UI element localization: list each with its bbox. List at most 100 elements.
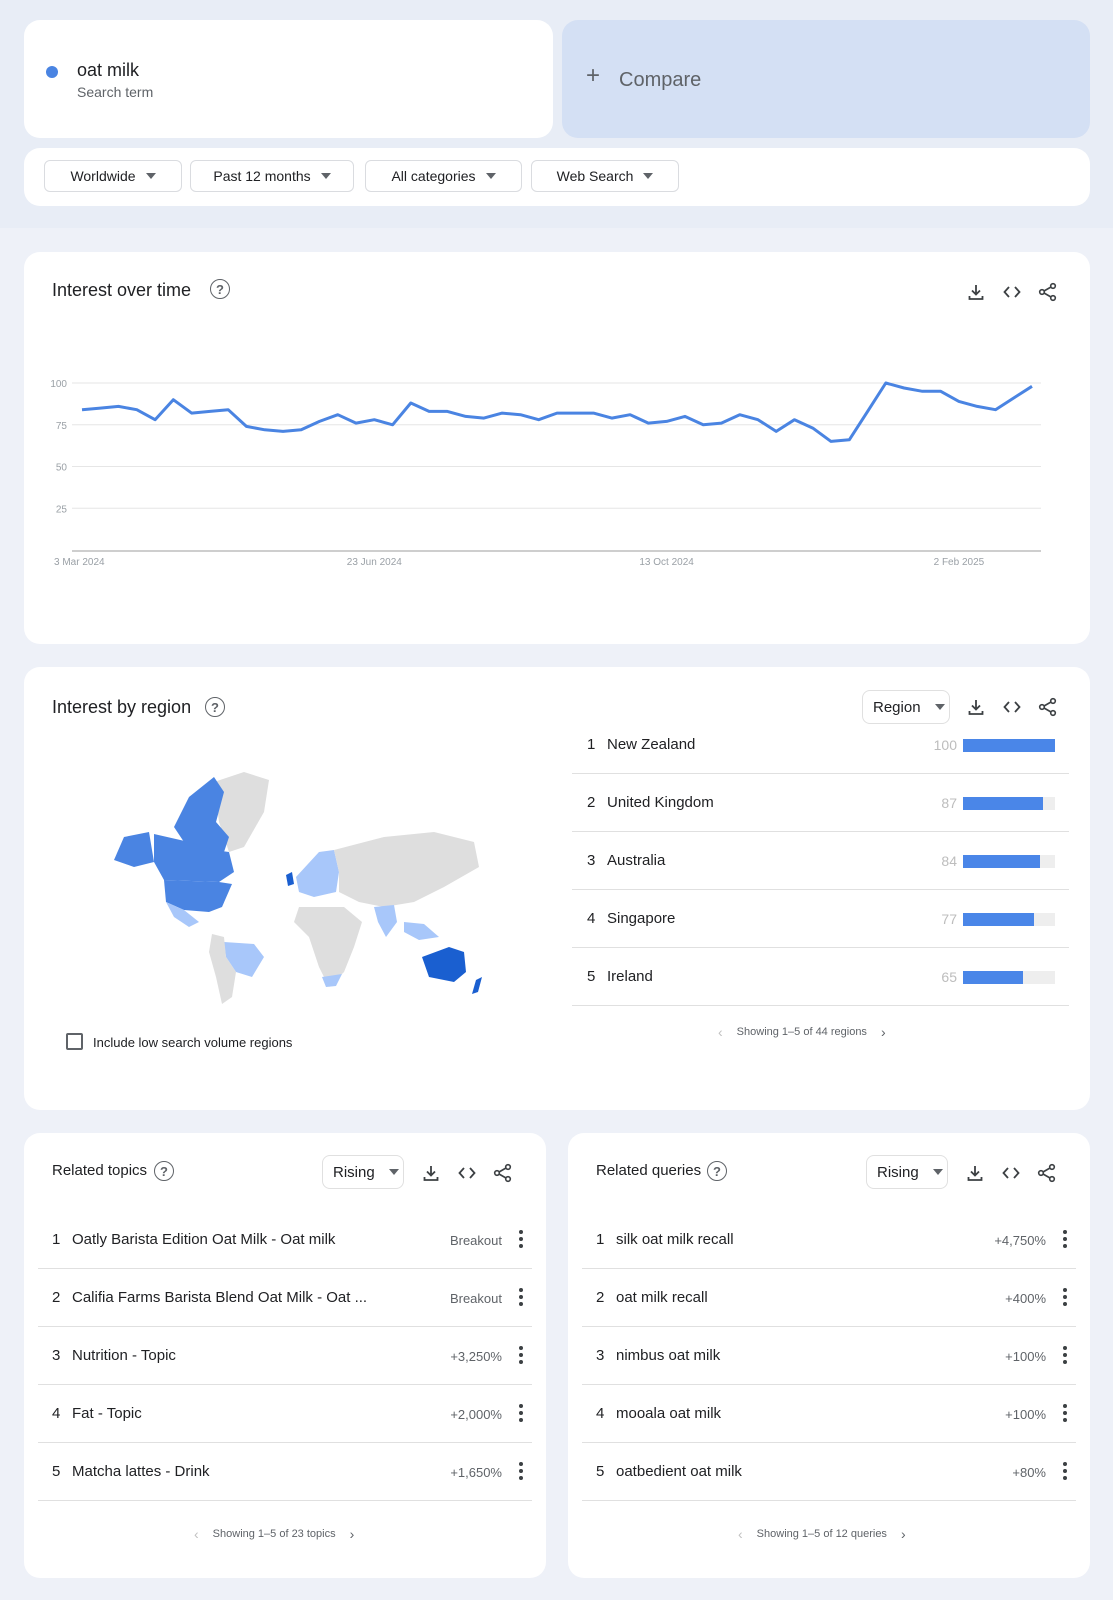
data-point[interactable] — [388, 420, 398, 430]
map-new-zealand[interactable] — [472, 977, 482, 994]
row-name[interactable]: Nutrition - Topic — [72, 1347, 176, 1364]
data-point[interactable] — [479, 413, 489, 423]
next-page-button[interactable]: › — [881, 1024, 886, 1040]
more-options-icon[interactable] — [518, 1346, 524, 1364]
data-point[interactable] — [333, 410, 343, 420]
help-icon[interactable]: ? — [154, 1161, 174, 1181]
data-point[interactable] — [954, 396, 964, 406]
data-point[interactable] — [899, 383, 909, 393]
region-row[interactable]: 2 United Kingdom 87 — [572, 774, 1069, 832]
topic-row[interactable]: 1 Oatly Barista Edition Oat Milk - Oat mi… — [38, 1211, 532, 1269]
embed-button[interactable] — [999, 1161, 1023, 1185]
map-se-asia[interactable] — [404, 922, 439, 940]
data-point[interactable] — [753, 415, 763, 425]
query-row[interactable]: 1 silk oat milk recall +4,750% — [582, 1211, 1076, 1269]
data-point[interactable] — [296, 425, 306, 435]
prev-page-button[interactable]: ‹ — [738, 1526, 743, 1542]
data-point[interactable] — [515, 410, 525, 420]
row-name[interactable]: mooala oat milk — [616, 1405, 721, 1422]
more-options-icon[interactable] — [1062, 1346, 1068, 1364]
download-button[interactable] — [419, 1161, 443, 1185]
row-name[interactable]: oatbedient oat milk — [616, 1463, 742, 1480]
data-point[interactable] — [771, 426, 781, 436]
data-point[interactable] — [442, 406, 452, 416]
data-point[interactable] — [716, 418, 726, 428]
topic-row[interactable]: 2 Califia Farms Barista Blend Oat Milk - … — [38, 1269, 532, 1327]
query-row[interactable]: 2 oat milk recall +400% — [582, 1269, 1076, 1327]
more-options-icon[interactable] — [1062, 1404, 1068, 1422]
data-point[interactable] — [278, 426, 288, 436]
data-point[interactable] — [735, 410, 745, 420]
region-name[interactable]: Singapore — [607, 910, 675, 927]
world-map[interactable] — [104, 772, 504, 1012]
data-point[interactable] — [406, 398, 416, 408]
data-point[interactable] — [260, 425, 270, 435]
data-point[interactable] — [132, 405, 142, 415]
map-australia[interactable] — [422, 947, 466, 982]
row-name[interactable]: silk oat milk recall — [616, 1231, 734, 1248]
map-alaska[interactable] — [114, 832, 154, 867]
data-point[interactable] — [680, 411, 690, 421]
row-name[interactable]: Matcha lattes - Drink — [72, 1463, 210, 1480]
region-name[interactable]: Australia — [607, 852, 665, 869]
topic-row[interactable]: 3 Nutrition - Topic +3,250% — [38, 1327, 532, 1385]
data-point[interactable] — [625, 410, 635, 420]
data-point[interactable] — [114, 401, 124, 411]
data-point[interactable] — [552, 408, 562, 418]
map-russia-asia[interactable] — [334, 832, 479, 907]
topic-row[interactable]: 4 Fat - Topic +2,000% — [38, 1385, 532, 1443]
query-row[interactable]: 5 oatbedient oat milk +80% — [582, 1443, 1076, 1501]
data-point[interactable] — [589, 408, 599, 418]
data-point[interactable] — [497, 408, 507, 418]
region-name[interactable]: New Zealand — [607, 736, 695, 753]
data-point[interactable] — [936, 386, 946, 396]
row-name[interactable]: oat milk recall — [616, 1289, 708, 1306]
low-volume-checkbox-label[interactable]: Include low search volume regions — [93, 1035, 292, 1050]
data-point[interactable] — [972, 401, 982, 411]
row-name[interactable]: nimbus oat milk — [616, 1347, 720, 1364]
next-page-button[interactable]: › — [350, 1526, 355, 1542]
region-name[interactable]: United Kingdom — [607, 794, 714, 811]
data-point[interactable] — [643, 418, 653, 428]
data-point[interactable] — [607, 413, 617, 423]
data-point[interactable] — [424, 406, 434, 416]
help-icon[interactable]: ? — [205, 697, 225, 717]
data-point[interactable] — [315, 416, 325, 426]
next-page-button[interactable]: › — [901, 1526, 906, 1542]
embed-button[interactable] — [455, 1161, 479, 1185]
more-options-icon[interactable] — [518, 1288, 524, 1306]
share-button[interactable] — [491, 1161, 515, 1185]
prev-page-button[interactable]: ‹ — [194, 1526, 199, 1542]
data-point[interactable] — [461, 411, 471, 421]
data-point[interactable] — [351, 418, 361, 428]
data-point[interactable] — [570, 408, 580, 418]
data-point[interactable] — [826, 436, 836, 446]
map-india[interactable] — [374, 905, 397, 937]
data-point[interactable] — [808, 423, 818, 433]
data-point[interactable] — [168, 395, 178, 405]
map-europe[interactable] — [296, 850, 339, 897]
prev-page-button[interactable]: ‹ — [718, 1024, 723, 1040]
more-options-icon[interactable] — [1062, 1462, 1068, 1480]
row-name[interactable]: Califia Farms Barista Blend Oat Milk - O… — [72, 1289, 367, 1306]
more-options-icon[interactable] — [1062, 1288, 1068, 1306]
topic-row[interactable]: 5 Matcha lattes - Drink +1,650% — [38, 1443, 532, 1501]
data-point[interactable] — [1009, 393, 1019, 403]
map-africa[interactable] — [294, 907, 362, 987]
region-row[interactable]: 4 Singapore 77 — [572, 890, 1069, 948]
compare-button[interactable]: + Compare — [562, 20, 1090, 138]
data-point[interactable] — [662, 416, 672, 426]
search-term-name[interactable]: oat milk — [77, 60, 139, 81]
data-point[interactable] — [223, 405, 233, 415]
data-point[interactable] — [205, 406, 215, 416]
data-point[interactable] — [917, 386, 927, 396]
data-point[interactable] — [187, 408, 197, 418]
data-point[interactable] — [241, 421, 251, 431]
region-row[interactable]: 5 Ireland 65 — [572, 948, 1069, 1006]
data-point[interactable] — [881, 378, 891, 388]
map-uk[interactable] — [286, 872, 294, 886]
region-row[interactable]: 3 Australia 84 — [572, 832, 1069, 890]
topics-filter-dropdown[interactable]: Rising — [322, 1155, 404, 1189]
data-point[interactable] — [534, 415, 544, 425]
more-options-icon[interactable] — [518, 1404, 524, 1422]
